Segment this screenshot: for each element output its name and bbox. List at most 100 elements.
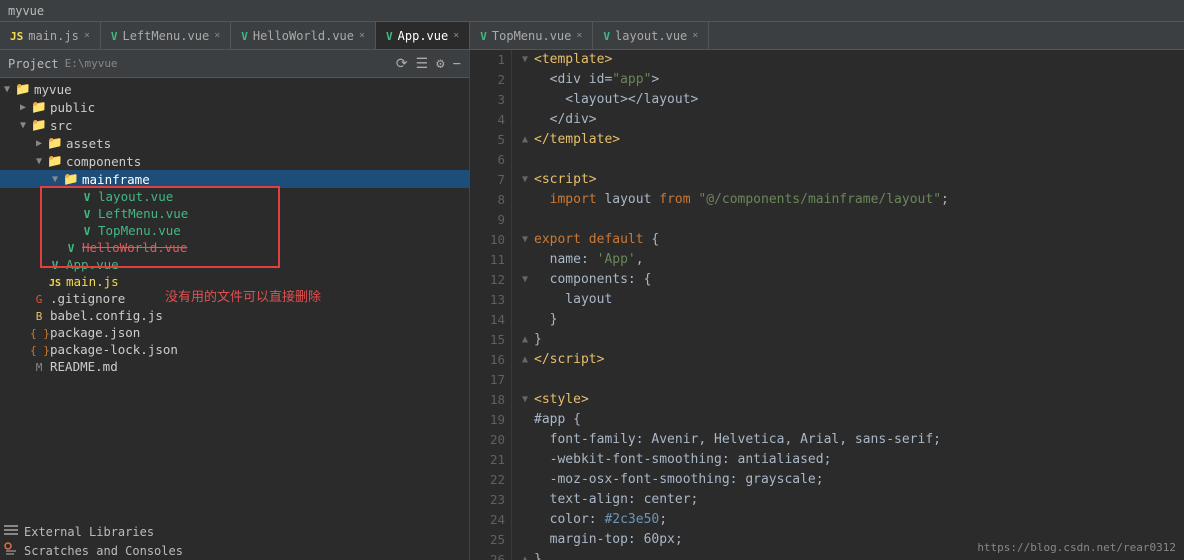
main-content: Project E:\myvue ⟳ ☰ ⚙ − ▼📁myvue ▶📁publi… [0,50,1184,560]
tree-item[interactable]: ▼📁mainframe [0,170,469,188]
tree-label: layout.vue [96,189,469,204]
code-token [691,190,699,210]
tree-item[interactable]: Vlayout.vue [0,188,469,205]
code-token: </div> [534,110,597,130]
tree-icon: 📁 [14,81,32,97]
tree-item[interactable]: JSmain.js [0,273,469,290]
tree-item[interactable]: { }package-lock.json [0,341,469,358]
tab-layout-vue[interactable]: Vlayout.vue× [593,22,709,49]
sync-icon[interactable]: ⟳ [396,56,408,72]
tab-close-icon[interactable]: × [453,30,459,41]
tree-item[interactable]: ▼📁myvue [0,80,469,98]
fold-gutter[interactable]: ▲ [522,550,534,560]
json-file-icon: { } [30,327,50,340]
code-line: -webkit-font-smoothing: antialiased; [522,450,1174,470]
line-number: 8 [476,190,505,210]
fold-gutter[interactable]: ▼ [522,230,534,250]
code-token [534,190,550,210]
tree-item[interactable]: ▼📁components [0,152,469,170]
code-line: ▼<template> [522,50,1174,70]
folder-icon: 📁 [47,153,63,168]
sidebar-project-label: Project [8,57,59,71]
fold-gutter[interactable]: ▲ [522,350,534,370]
line-number: 24 [476,510,505,530]
sidebar-bottom-item[interactable]: External Libraries [0,522,469,541]
tab-app-vue[interactable]: VApp.vue× [376,22,470,49]
line-number: 23 [476,490,505,510]
tree-item[interactable]: { }package.json [0,324,469,341]
code-line: margin-top: 60px; [522,530,1174,550]
tab-close-icon[interactable]: × [359,30,365,41]
tab-label: main.js [28,29,79,43]
code-token: name: [534,250,597,270]
tab-close-icon[interactable]: × [692,30,698,41]
code-token: </template> [534,130,620,150]
tree-icon: 📁 [30,99,48,115]
tree-label: components [64,154,469,169]
code-line: ▲} [522,330,1174,350]
tab-helloworld-vue[interactable]: VHelloWorld.vue× [231,22,376,49]
line-number: 7 [476,170,505,190]
editor-area: 1234567891011121314151617181920212223242… [470,50,1184,560]
tab-close-icon[interactable]: × [576,30,582,41]
fold-gutter[interactable]: ▲ [522,330,534,350]
code-token: <script> [534,170,597,190]
sidebar-bottom-item[interactable]: Scratches and Consoles [0,541,469,560]
tree-item[interactable]: VApp.vue [0,256,469,273]
bars-icon [4,523,18,540]
code-area[interactable]: ▼<template> <div id="app"> <layout></lay… [512,50,1184,560]
tree-item[interactable]: ▶📁assets [0,134,469,152]
collapse-icon[interactable]: ☰ [416,56,429,72]
code-token: 'App' [597,250,636,270]
tree-item[interactable]: Bbabel.config.js [0,307,469,324]
fold-gutter[interactable]: ▼ [522,170,534,190]
line-number: 14 [476,310,505,330]
code-line: ▲</script> [522,350,1174,370]
folder-icon: 📁 [63,171,79,186]
folder-icon: 📁 [47,135,63,150]
minimize-icon[interactable]: − [453,56,461,72]
tab-close-icon[interactable]: × [84,30,90,41]
tab-close-icon[interactable]: × [214,30,220,41]
tree-item[interactable]: MREADME.md [0,358,469,375]
tree-item[interactable]: ▼📁src [0,116,469,134]
tree-icon: V [78,189,96,204]
tree-item[interactable]: ▶📁public [0,98,469,116]
js-file-icon: JS [49,278,61,289]
tree-icon: V [62,240,80,255]
line-number: 12 [476,270,505,290]
tree-item[interactable]: VHelloWorld.vue [0,239,469,256]
tab-leftmenu-vue[interactable]: VLeftMenu.vue× [101,22,231,49]
line-number: 13 [476,290,505,310]
fold-gutter[interactable]: ▲ [522,130,534,150]
fold-gutter[interactable]: ▼ [522,270,534,290]
tab-topmenu-vue[interactable]: VTopMenu.vue× [470,22,593,49]
sidebar-header-left: Project E:\myvue [8,57,118,71]
code-token: <template> [534,50,612,70]
code-token: ; [941,190,949,210]
code-token: <style> [534,390,589,410]
tab-bar: JSmain.js×VLeftMenu.vue×VHelloWorld.vue×… [0,22,1184,50]
code-line [522,370,1174,390]
sidebar-bottom-label: External Libraries [24,525,154,539]
tree-item[interactable]: VLeftMenu.vue [0,205,469,222]
code-line [522,150,1174,170]
fold-gutter[interactable]: ▼ [522,390,534,410]
fold-gutter[interactable]: ▼ [522,50,534,70]
tree-icon: B [30,308,48,323]
line-number: 15 [476,330,505,350]
tree-item[interactable]: G.gitignore [0,290,469,307]
line-number: 4 [476,110,505,130]
tree-item[interactable]: VTopMenu.vue [0,222,469,239]
line-number: 5 [476,130,505,150]
vue-file-icon: V [84,208,91,221]
tree-label: src [48,118,469,133]
tree-icon: M [30,359,48,374]
vue-icon: V [111,29,118,43]
vue-icon: V [603,29,610,43]
settings-icon[interactable]: ⚙ [436,56,444,72]
tree-overlay-wrapper: ▼📁myvue ▶📁public ▼📁src ▶📁assets ▼📁compon… [0,78,469,522]
tab-main-js[interactable]: JSmain.js× [0,22,101,49]
config-file-icon: B [36,310,43,323]
tree-icon: V [78,223,96,238]
